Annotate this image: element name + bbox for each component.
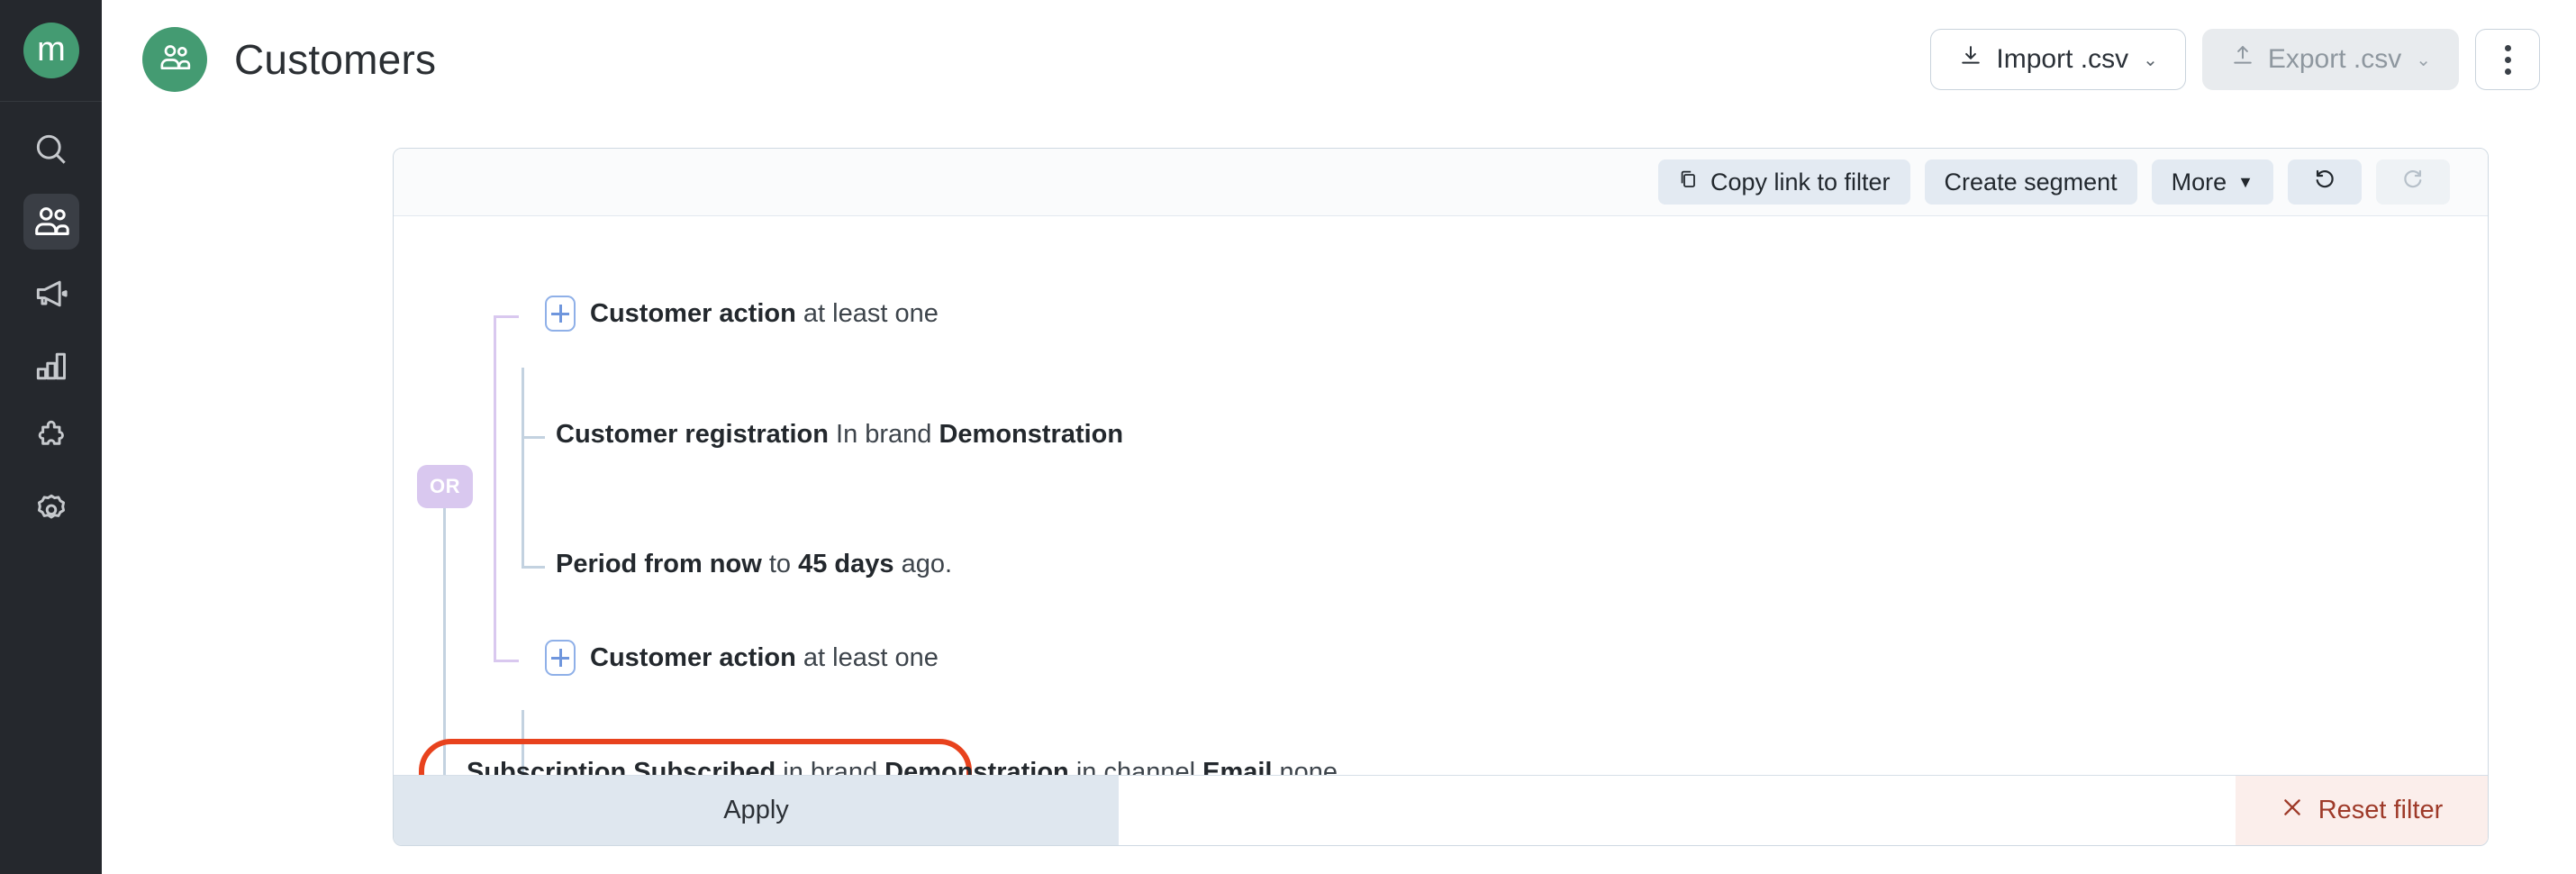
reset-filter-button[interactable]: Reset filter bbox=[2236, 776, 2488, 845]
brand-logo[interactable]: m bbox=[0, 0, 102, 102]
undo-icon bbox=[2312, 167, 2337, 198]
sidebar-item-integrations[interactable] bbox=[23, 410, 79, 466]
condition-row-customer-registration[interactable]: Customer registration In brand Demonstra… bbox=[556, 420, 1123, 450]
sidebar-nav bbox=[23, 122, 79, 538]
expand-plus-icon[interactable] bbox=[545, 296, 576, 332]
expand-plus-icon[interactable] bbox=[545, 640, 576, 676]
filter-toolbar: Copy link to filter Create segment More … bbox=[394, 149, 2488, 216]
sidebar: m bbox=[0, 0, 102, 874]
close-x-icon bbox=[2281, 796, 2304, 826]
tree-branch-period bbox=[522, 566, 545, 569]
three-dots-icon bbox=[2504, 44, 2511, 75]
tree-branch-customer-action-2 bbox=[494, 660, 519, 662]
gear-icon bbox=[32, 490, 71, 530]
more-label: More bbox=[2171, 168, 2227, 196]
import-csv-button[interactable]: Import .csv ⌄ bbox=[1930, 29, 2186, 90]
brand-logo-letter: m bbox=[23, 23, 79, 78]
megaphone-icon bbox=[32, 274, 71, 314]
app-root: m Customers Import .csv ⌄ Export .csv ⌄ … bbox=[0, 0, 2576, 874]
redo-icon bbox=[2400, 167, 2426, 198]
main-content: Customers Import .csv ⌄ Export .csv ⌄ Co… bbox=[102, 0, 2576, 874]
sidebar-item-settings[interactable] bbox=[23, 482, 79, 538]
redo-button[interactable] bbox=[2376, 159, 2450, 205]
tree-branch-customer-action-1 bbox=[494, 315, 519, 318]
chevron-down-icon: ⌄ bbox=[2143, 50, 2158, 70]
page-title: Customers bbox=[234, 36, 437, 83]
page-header: Customers Import .csv ⌄ Export .csv ⌄ bbox=[102, 0, 2576, 119]
copy-link-to-filter-button[interactable]: Copy link to filter bbox=[1657, 159, 1910, 205]
export-csv-label: Export .csv bbox=[2267, 44, 2402, 74]
import-csv-label: Import .csv bbox=[1996, 44, 2129, 74]
people-icon bbox=[31, 201, 72, 242]
reset-filter-label: Reset filter bbox=[2317, 796, 2444, 824]
tree-trunk-group-1 bbox=[522, 368, 524, 568]
sidebar-item-search[interactable] bbox=[23, 122, 79, 178]
people-icon bbox=[157, 40, 193, 80]
search-icon bbox=[32, 130, 71, 169]
more-button[interactable]: More ▼ bbox=[2151, 159, 2273, 205]
sidebar-item-customers[interactable] bbox=[23, 194, 79, 250]
sidebar-item-campaigns[interactable] bbox=[23, 266, 79, 322]
or-badge-outer: OR bbox=[417, 465, 473, 508]
puzzle-piece-icon bbox=[32, 418, 71, 458]
condition-text: Customer action at least one bbox=[590, 642, 939, 672]
create-segment-button[interactable]: Create segment bbox=[1924, 159, 2137, 205]
filter-condition-tree: OR OR Customer action at least one bbox=[394, 216, 2488, 845]
chevron-down-icon: ▼ bbox=[2237, 172, 2254, 191]
create-segment-label: Create segment bbox=[1944, 168, 2118, 196]
filter-card: Copy link to filter Create segment More … bbox=[393, 148, 2489, 846]
export-csv-button[interactable]: Export .csv ⌄ bbox=[2201, 29, 2459, 90]
undo-button[interactable] bbox=[2288, 159, 2362, 205]
header-actions: Import .csv ⌄ Export .csv ⌄ bbox=[1930, 29, 2540, 90]
copy-link-label: Copy link to filter bbox=[1710, 168, 1891, 196]
condition-text: Customer action at least one bbox=[590, 298, 939, 328]
copy-icon bbox=[1678, 168, 1700, 196]
condition-row-customer-action-1[interactable]: Customer action at least one bbox=[545, 296, 939, 332]
bar-chart-icon bbox=[32, 346, 71, 386]
page-avatar bbox=[142, 27, 207, 92]
tree-branch-registration bbox=[522, 436, 545, 439]
overflow-menu-button[interactable] bbox=[2475, 29, 2540, 90]
condition-row-period[interactable]: Period from now to 45 days ago. bbox=[556, 550, 952, 579]
filter-footer: Apply Reset filter bbox=[394, 775, 2488, 845]
condition-text: Period from now to 45 days ago. bbox=[556, 550, 953, 578]
condition-row-customer-action-2[interactable]: Customer action at least one bbox=[545, 640, 939, 676]
sidebar-item-analytics[interactable] bbox=[23, 338, 79, 394]
upload-icon bbox=[2230, 43, 2255, 76]
tree-trunk-or-outer bbox=[494, 315, 496, 662]
chevron-down-icon: ⌄ bbox=[2416, 50, 2431, 70]
footer-spacer bbox=[1119, 776, 2236, 845]
download-icon bbox=[1958, 43, 1983, 76]
apply-button[interactable]: Apply bbox=[394, 776, 1119, 845]
condition-text: Customer registration In brand Demonstra… bbox=[556, 420, 1124, 449]
